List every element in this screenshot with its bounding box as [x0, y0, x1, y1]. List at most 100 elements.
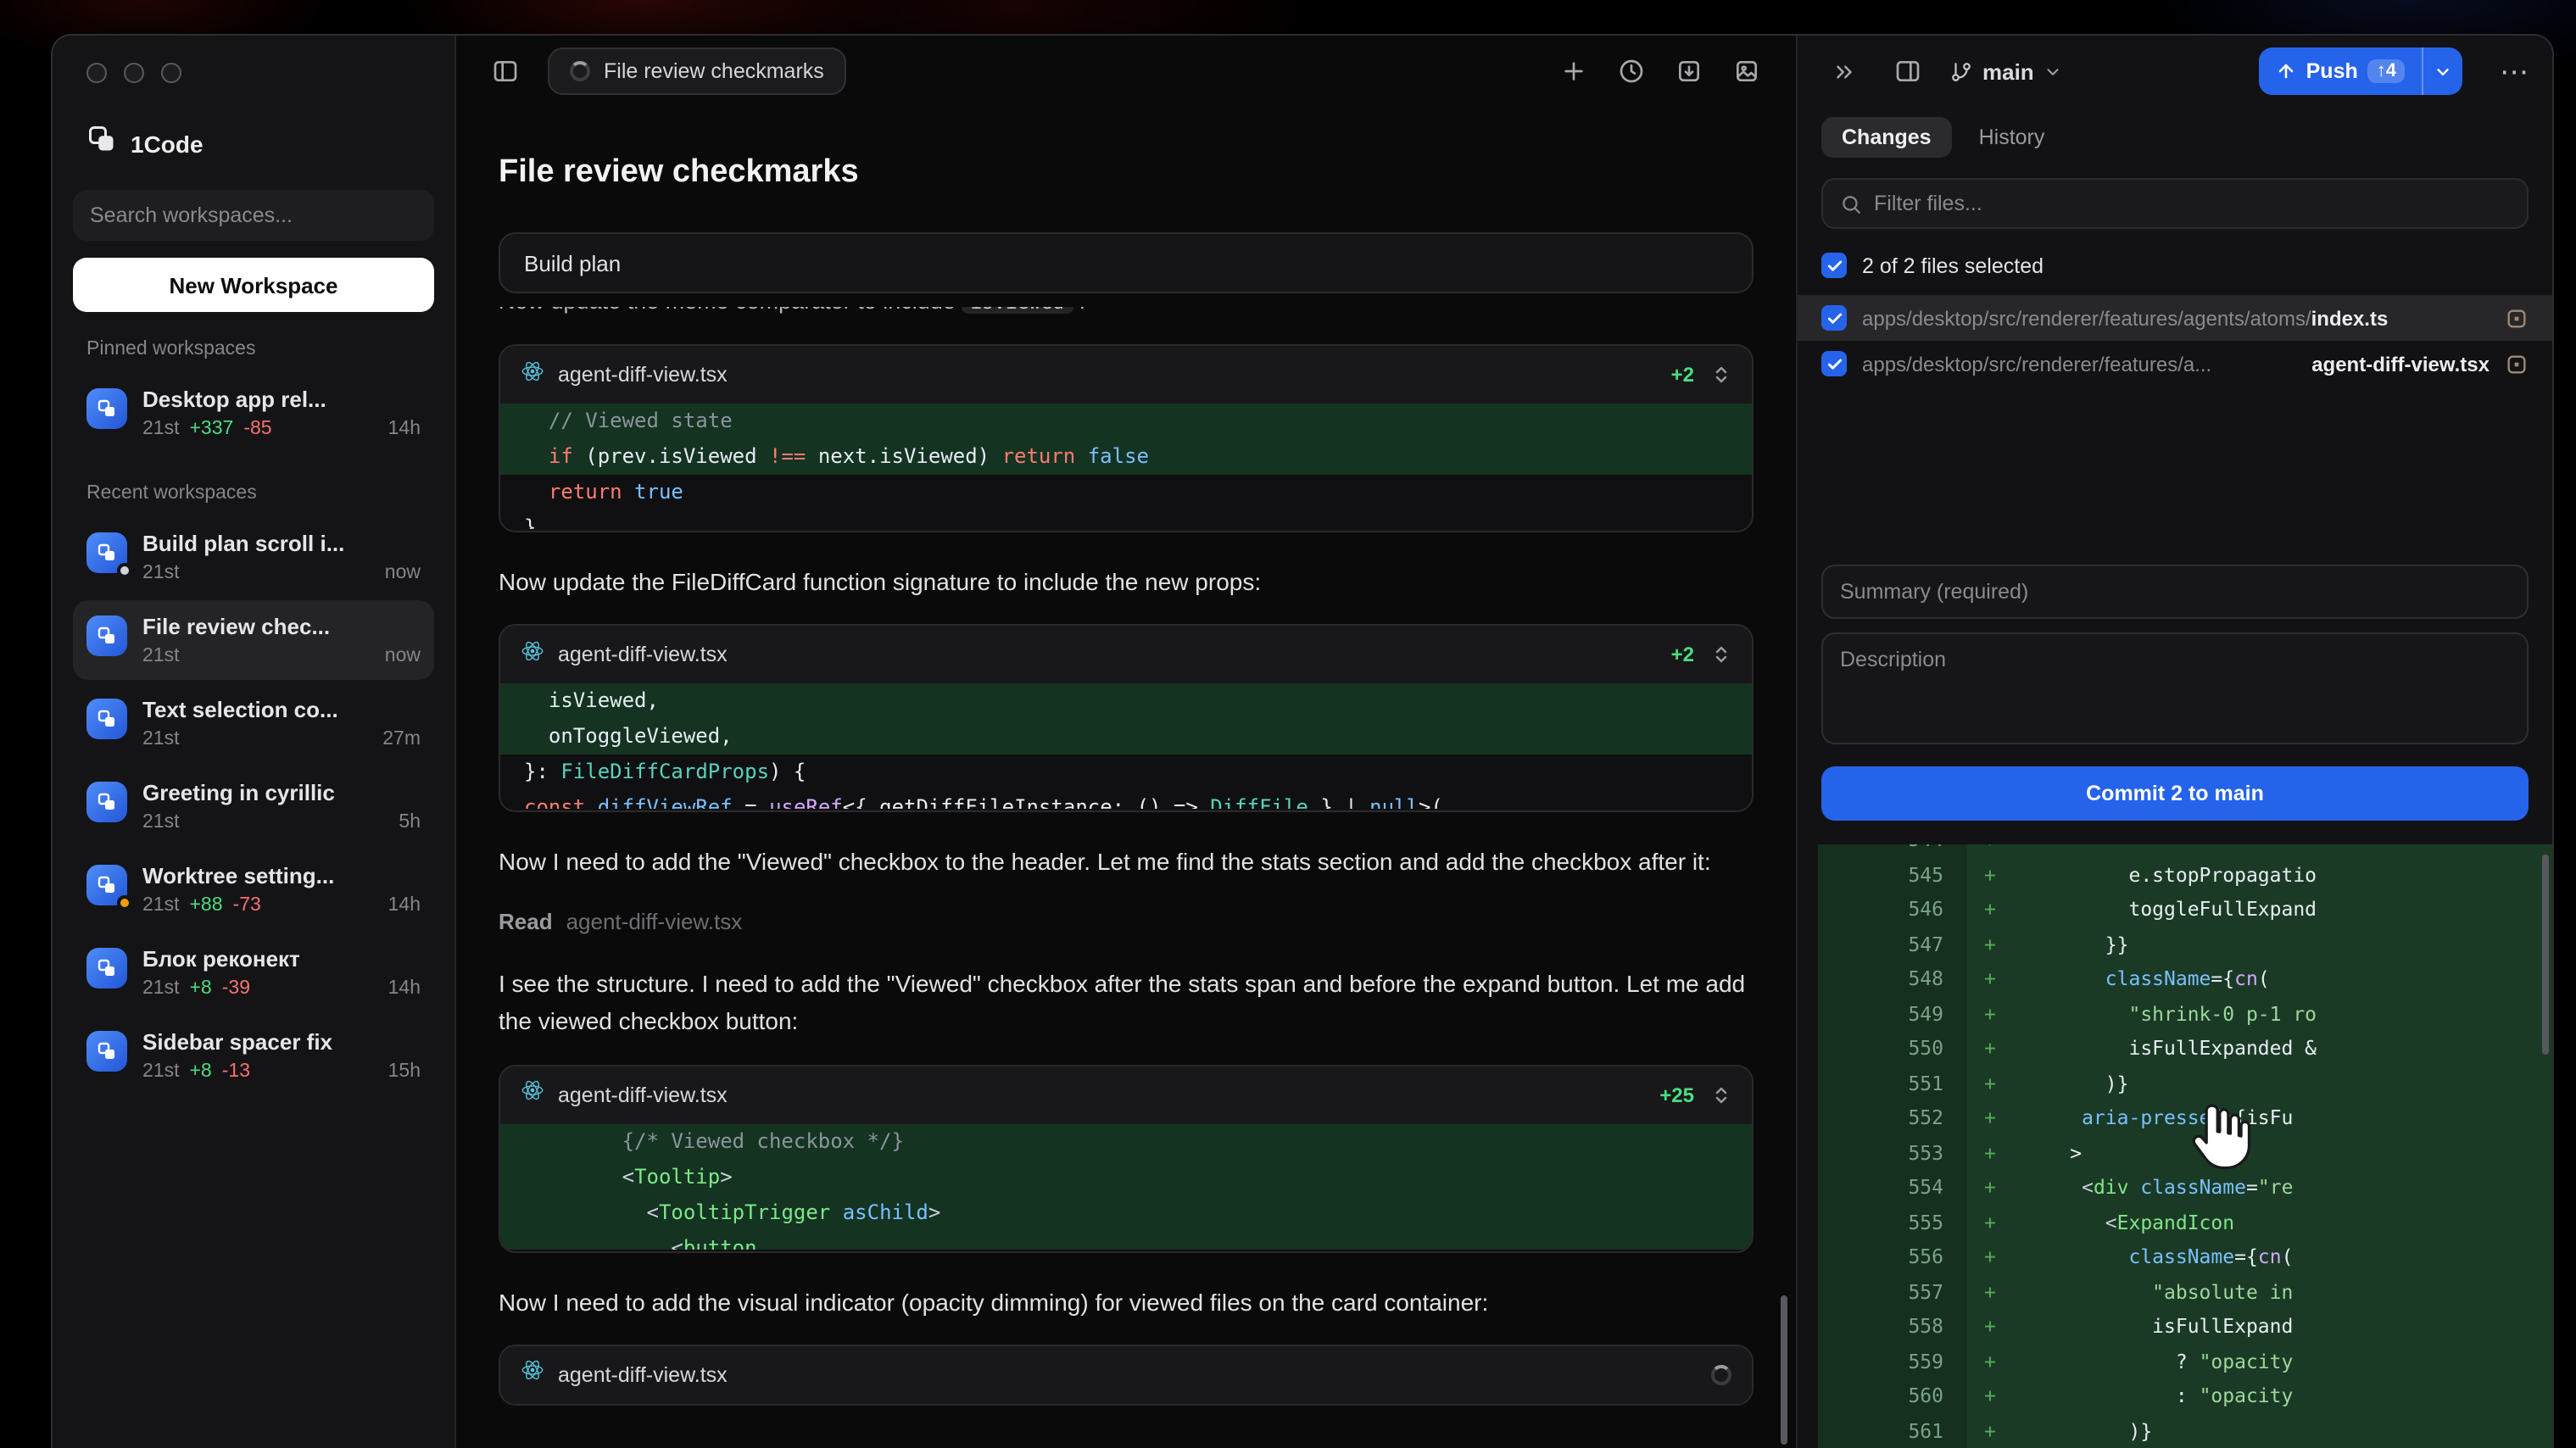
- expand-collapse-icon[interactable]: [1711, 645, 1731, 666]
- toggle-sidebar-icon[interactable]: [483, 49, 527, 93]
- code-token: ={: [2211, 966, 2234, 990]
- file-path: apps/desktop/src/renderer/features/agent…: [1862, 306, 2490, 330]
- window-controls: [73, 53, 434, 83]
- code-token: ) {: [769, 760, 806, 784]
- push-options-button[interactable]: [2422, 47, 2462, 95]
- code-card-header[interactable]: agent-diff-view.tsx+2: [500, 346, 1752, 404]
- open-diff-icon[interactable]: [2505, 352, 2529, 376]
- select-all-checkbox[interactable]: [1821, 253, 1847, 278]
- collapse-panel-icon[interactable]: [1821, 49, 1865, 93]
- workspace-title: Sidebar spacer fix: [142, 1029, 421, 1055]
- workspace-item[interactable]: Text selection co...21st27m: [73, 683, 434, 763]
- code-card-header[interactable]: agent-diff-view.tsx+2: [500, 627, 1752, 684]
- history-clock-icon[interactable]: [1609, 49, 1653, 93]
- expand-collapse-icon[interactable]: [1711, 1084, 1731, 1105]
- removed-count: -73: [233, 895, 261, 916]
- workspace-icon: [86, 1031, 127, 1072]
- added-marker: +: [1967, 1100, 2011, 1135]
- chat-scroll-area: File review checkmarks Build plan Now up…: [456, 107, 1796, 1448]
- chat-tab[interactable]: File review checkmarks: [548, 47, 846, 95]
- code-token: aria-pressed: [2011, 1105, 2222, 1129]
- code-token: <: [524, 1164, 634, 1188]
- diff-line: 548+ className={cn(: [1818, 961, 2552, 996]
- workspace-time: 27m: [382, 729, 421, 749]
- added-marker: +: [1967, 892, 2011, 927]
- workspace-list: Pinned workspacesDesktop app rel...21st+…: [73, 312, 434, 1095]
- workspace-item[interactable]: Sidebar spacer fix21st+8-1315h: [73, 1016, 434, 1095]
- branch-selector[interactable]: main: [1950, 58, 2063, 84]
- commit-summary-input[interactable]: [1821, 565, 2529, 619]
- code-token: :: [2011, 1384, 2200, 1407]
- code-token: isFullExpanded &: [2011, 1036, 2317, 1060]
- diff-code-text: )}: [2011, 1066, 2552, 1100]
- code-token: e.stopPropagatio: [2011, 862, 2317, 886]
- diff-code-text: : "opacity: [2011, 1378, 2552, 1413]
- workspace-item[interactable]: Greeting in cyrillic21st5h: [73, 766, 434, 846]
- close-window-button[interactable]: [86, 63, 107, 83]
- code-token: className: [2011, 966, 2211, 990]
- added-marker: +: [1967, 1413, 2011, 1448]
- more-options-button[interactable]: ⋯: [2500, 57, 2529, 86]
- assistant-message-flow: agent-diff-view.tsx+2 // Viewed state if…: [499, 344, 1754, 1406]
- file-checkbox[interactable]: [1821, 351, 1847, 376]
- workspace-title: Greeting in cyrillic: [142, 780, 421, 805]
- commit-description-input[interactable]: [1821, 632, 2529, 744]
- code-token: <: [2011, 1210, 2117, 1234]
- code-card-header[interactable]: agent-diff-view.tsx: [500, 1346, 1752, 1404]
- file-checkbox[interactable]: [1821, 305, 1847, 331]
- new-chat-icon[interactable]: [1552, 49, 1596, 93]
- code-diff-card: agent-diff-view.tsx+2 // Viewed state if…: [499, 344, 1754, 532]
- build-plan-field[interactable]: Build plan: [499, 232, 1754, 293]
- code-card-body: // Viewed state if (prev.isViewed !== ne…: [500, 404, 1752, 531]
- minimize-window-button[interactable]: [124, 63, 144, 83]
- export-box-icon[interactable]: [1667, 49, 1711, 93]
- workspace-item[interactable]: File review chec...21stnow: [73, 600, 434, 680]
- search-workspaces-input[interactable]: [73, 190, 434, 241]
- code-token: DiffFile: [1210, 796, 1308, 810]
- open-diff-icon[interactable]: [2505, 306, 2529, 330]
- code-card-header[interactable]: agent-diff-view.tsx+25: [500, 1066, 1752, 1123]
- chat-topbar: File review checkmarks: [456, 36, 1796, 107]
- filter-files-input[interactable]: [1874, 192, 2510, 215]
- diff-preview: 544+545+ e.stopPropagatio546+ toggleFull…: [1818, 844, 2552, 1448]
- arrow-up-icon: [2276, 61, 2296, 81]
- code-token: }: [524, 515, 536, 529]
- code-token: isFullExpand: [2011, 1314, 2293, 1338]
- diff-lines: 544+545+ e.stopPropagatio546+ toggleFull…: [1818, 844, 2552, 1448]
- zoom-window-button[interactable]: [161, 63, 181, 83]
- workspace-item[interactable]: Build plan scroll i...21stnow: [73, 517, 434, 597]
- workspace-item[interactable]: Блок реконект21st+8-3914h: [73, 933, 434, 1012]
- code-token: TooltipTrigger: [659, 1200, 830, 1223]
- code-token: <{ getDiffFileInstance: () =>: [843, 796, 1211, 810]
- code-token: true: [622, 480, 683, 504]
- push-button[interactable]: Push ↑4: [2259, 47, 2422, 95]
- code-token: )}: [2011, 1071, 2129, 1094]
- expand-collapse-icon[interactable]: [1711, 365, 1731, 385]
- code-token: onToggleViewed,: [524, 725, 733, 749]
- file-row[interactable]: apps/desktop/src/renderer/features/a...a…: [1798, 341, 2552, 387]
- new-workspace-button[interactable]: New Workspace: [73, 258, 434, 312]
- file-row[interactable]: apps/desktop/src/renderer/features/agent…: [1798, 295, 2552, 341]
- code-line: }: [500, 510, 1752, 529]
- toggle-right-panel-icon[interactable]: [1886, 49, 1930, 93]
- added-marker: +: [1967, 1135, 2011, 1170]
- commit-button[interactable]: Commit 2 to main: [1821, 766, 2529, 821]
- diff-scrollbar[interactable]: [2542, 855, 2549, 1055]
- workspace-date: 21st: [142, 812, 180, 833]
- read-file-row[interactable]: Readagent-diff-view.tsx: [499, 909, 1754, 934]
- workspace-item[interactable]: Desktop app rel...21st+337-8514h: [73, 373, 434, 453]
- preview-image-icon[interactable]: [1725, 49, 1769, 93]
- line-number: 548: [1818, 961, 1967, 996]
- assistant-paragraph: Now I need to add the "Viewed" checkbox …: [499, 844, 1754, 882]
- code-token: (: [2282, 1245, 2294, 1268]
- line-number: 552: [1818, 1100, 1967, 1135]
- workspace-date: 21st: [142, 729, 180, 749]
- tab-changes[interactable]: Changes: [1821, 117, 1952, 158]
- file-name: agent-diff-view.tsx: [558, 1363, 728, 1387]
- workspace-time: 14h: [388, 895, 421, 916]
- workspace-item[interactable]: Worktree setting...21st+88-7314h: [73, 849, 434, 929]
- git-panel: main Push ↑4 ⋯: [1796, 36, 2552, 1448]
- chat-scrollbar[interactable]: [1781, 1295, 1787, 1445]
- tab-history[interactable]: History: [1959, 117, 2066, 158]
- added-marker: +: [1967, 1309, 2011, 1344]
